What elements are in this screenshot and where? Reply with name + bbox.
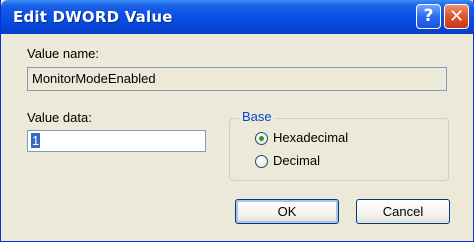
help-icon: ? (423, 6, 434, 26)
value-name-field: MonitorModeEnabled (27, 67, 447, 91)
hexadecimal-label[interactable]: Hexadecimal (273, 130, 348, 145)
close-button[interactable]: ✕ (444, 4, 469, 29)
ok-button[interactable]: OK (235, 199, 339, 224)
value-name-label: Value name: (27, 46, 100, 61)
base-group-legend: Base (239, 109, 275, 124)
edit-dword-dialog: Edit DWORD Value ? ✕ Value name: Monitor… (0, 0, 474, 242)
decimal-label[interactable]: Decimal (273, 153, 320, 168)
base-group (229, 118, 449, 181)
radio-selected-dot (259, 136, 264, 141)
dialog-title: Edit DWORD Value (13, 8, 173, 26)
decimal-radio[interactable] (255, 155, 268, 168)
cancel-button[interactable]: Cancel (356, 199, 450, 224)
hexadecimal-radio[interactable] (255, 132, 268, 145)
title-bar[interactable]: Edit DWORD Value ? ✕ (1, 0, 474, 34)
value-data-label: Value data: (27, 110, 92, 125)
help-button[interactable]: ? (416, 4, 441, 29)
value-data-text: 1 (31, 133, 41, 148)
close-icon: ✕ (448, 6, 465, 27)
value-data-input[interactable]: 1 (27, 130, 206, 152)
